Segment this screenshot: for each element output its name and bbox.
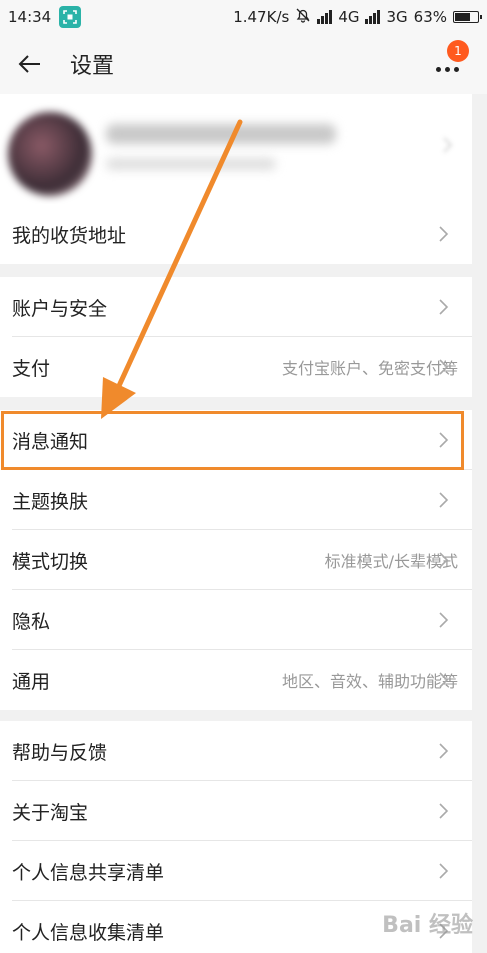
page-title: 设置 [70, 54, 115, 79]
mode-switch-label: 模式切换 [12, 550, 89, 573]
help-feedback-label: 帮助与反馈 [12, 741, 108, 764]
privacy-row[interactable]: 隐私 [0, 590, 472, 650]
back-arrow-icon [18, 55, 40, 73]
watermark: Bai 经验 [382, 913, 473, 938]
chevron-right-icon [439, 863, 449, 879]
nav-bar: 设置 1 [0, 34, 487, 94]
payment-value: 支付宝账户、免密支付等 [281, 359, 458, 378]
account-security-label: 账户与安全 [12, 297, 108, 320]
avatar [8, 112, 92, 196]
back-button[interactable] [0, 34, 60, 94]
highlight-box [1, 411, 464, 470]
chevron-right-icon [439, 552, 449, 568]
more-button[interactable]: 1 [427, 40, 469, 82]
profile-sub-blurred [106, 158, 276, 170]
general-value: 地区、音效、辅助功能等 [281, 672, 458, 691]
general-label: 通用 [12, 670, 51, 693]
about-label: 关于淘宝 [12, 801, 89, 824]
chevron-right-icon [439, 492, 449, 508]
network-type-2: 3G [386, 8, 408, 26]
help-feedback-row[interactable]: 帮助与反馈 [0, 721, 472, 781]
status-time: 14:34 [8, 8, 52, 26]
status-right: 1.47K/s 4G 3G 63% [233, 7, 482, 27]
network-type-1: 4G [338, 8, 360, 26]
battery-percent: 63% [413, 8, 447, 26]
address-row[interactable]: 我的收货地址 [0, 204, 472, 264]
mute-bell-icon [295, 7, 311, 27]
notification-badge: 1 [447, 40, 469, 62]
profile-chevron-icon [443, 137, 453, 153]
scan-icon [59, 6, 82, 28]
chevron-right-icon [439, 359, 449, 375]
privacy-label: 隐私 [12, 610, 51, 633]
payment-row[interactable]: 支付 支付宝账户、免密支付等 [0, 337, 472, 397]
address-section: 我的收货地址 [0, 204, 472, 264]
profile-card[interactable] [0, 94, 472, 204]
address-label: 我的收货地址 [12, 224, 127, 247]
collect-list-label: 个人信息收集清单 [12, 921, 165, 944]
status-speed: 1.47K/s [233, 8, 290, 26]
chevron-right-icon [439, 612, 449, 628]
chevron-right-icon [439, 743, 449, 759]
share-list-label: 个人信息共享清单 [12, 861, 165, 884]
more-dots-icon [435, 66, 459, 72]
chevron-right-icon [439, 803, 449, 819]
share-list-row[interactable]: 个人信息共享清单 [0, 841, 472, 901]
payment-label: 支付 [12, 357, 51, 380]
theme-row[interactable]: 主题换肤 [0, 470, 472, 530]
battery-icon [453, 11, 482, 23]
mode-switch-row[interactable]: 模式切换 标准模式/长辈模式 [0, 530, 472, 590]
about-row[interactable]: 关于淘宝 [0, 781, 472, 841]
theme-label: 主题换肤 [12, 490, 89, 513]
status-bar: 14:34 1.47K/s 4G 3G 63% [0, 0, 487, 34]
chevron-right-icon [439, 672, 449, 688]
signal-icon-2 [365, 10, 381, 24]
signal-icon [317, 10, 333, 24]
chevron-right-icon [439, 299, 449, 315]
account-section: 账户与安全 支付 支付宝账户、免密支付等 [0, 277, 472, 397]
chevron-right-icon [439, 226, 449, 242]
profile-name-blurred [106, 124, 336, 144]
general-row[interactable]: 通用 地区、音效、辅助功能等 [0, 650, 472, 710]
status-left: 14:34 [8, 6, 82, 28]
account-security-row[interactable]: 账户与安全 [0, 277, 472, 337]
